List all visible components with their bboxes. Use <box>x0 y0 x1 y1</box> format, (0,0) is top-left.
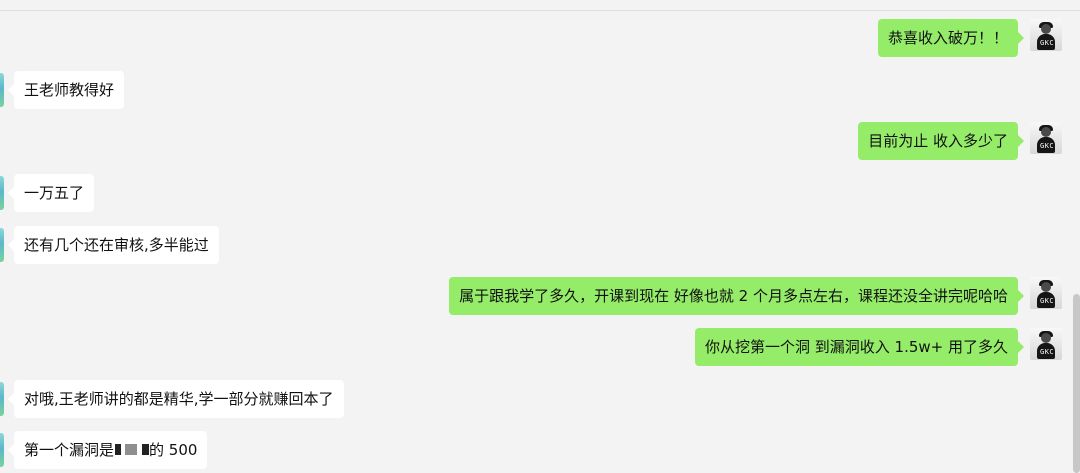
message-text: 还有几个还在审核,多半能过 <box>24 236 209 254</box>
avatar-logo: GKC <box>1040 348 1055 356</box>
redaction-block <box>125 444 138 455</box>
message-row: 王老师教得好 <box>0 71 1080 111</box>
message-text: 王老师教得好 <box>24 81 115 99</box>
message-text: 你从挖第一个洞 到漏洞收入 1.5w+ 用了多久 <box>705 338 1008 356</box>
redaction-block <box>115 444 122 455</box>
outgoing-message-bubble[interactable]: 恭喜收入破万！！ <box>877 19 1025 57</box>
message-row: 你从挖第一个洞 到漏洞收入 1.5w+ 用了多久 GKC <box>0 328 1080 368</box>
user-avatar-icon[interactable]: GKC <box>1030 277 1062 309</box>
message-text: 恭喜收入破万！！ <box>887 29 1008 47</box>
message-row: 属于跟我学了多久，开课到现在 好像也就 2 个月多点左右，课程还没全讲完呢哈哈 … <box>0 277 1080 317</box>
avatar-head <box>1041 24 1051 34</box>
contact-avatar-icon[interactable] <box>0 176 4 210</box>
contact-avatar-icon[interactable] <box>0 382 4 416</box>
vertical-scrollbar[interactable] <box>1073 294 1080 473</box>
outgoing-message-bubble[interactable]: 属于跟我学了多久，开课到现在 好像也就 2 个月多点左右，课程还没全讲完呢哈哈 <box>449 277 1024 315</box>
message-text: 一万五了 <box>24 184 85 202</box>
avatar-logo: GKC <box>1040 297 1055 305</box>
user-avatar-icon[interactable]: GKC <box>1030 328 1062 360</box>
redacted-text-icon <box>115 444 150 455</box>
message-text: 目前为止 收入多少了 <box>868 132 1008 150</box>
avatar-head <box>1041 127 1051 137</box>
user-avatar-icon[interactable]: GKC <box>1030 122 1062 154</box>
avatar-head <box>1041 282 1051 292</box>
avatar-head <box>1041 333 1051 343</box>
avatar-logo: GKC <box>1040 39 1055 47</box>
chat-message-list[interactable]: 恭喜收入破万！！ GKC 王老师教得好 目前为止 收入多少了 GKC 一万五了 <box>0 0 1080 473</box>
message-row: 还有几个还在审核,多半能过 <box>0 226 1080 266</box>
incoming-message-bubble[interactable]: 对哦,王老师讲的都是精华,学一部分就赚回本了 <box>8 380 344 418</box>
message-row: 恭喜收入破万！！ GKC <box>0 19 1080 59</box>
contact-avatar-icon[interactable] <box>0 73 4 107</box>
message-row: 对哦,王老师讲的都是精华,学一部分就赚回本了 <box>0 380 1080 420</box>
avatar-logo: GKC <box>1040 142 1055 150</box>
message-text-prefix: 第一个漏洞是 <box>24 441 115 459</box>
incoming-message-bubble[interactable]: 一万五了 <box>7 174 95 212</box>
message-text: 属于跟我学了多久，开课到现在 好像也就 2 个月多点左右，课程还没全讲完呢哈哈 <box>459 287 1008 305</box>
contact-avatar-icon[interactable] <box>0 228 4 262</box>
message-row: 第一个漏洞是 的 500 <box>0 431 1080 471</box>
user-avatar-icon[interactable]: GKC <box>1030 19 1062 51</box>
message-row: 一万五了 <box>0 174 1080 214</box>
outgoing-message-bubble[interactable]: 你从挖第一个洞 到漏洞收入 1.5w+ 用了多久 <box>695 328 1024 366</box>
message-row: 目前为止 收入多少了 GKC <box>0 122 1080 162</box>
outgoing-message-bubble[interactable]: 目前为止 收入多少了 <box>858 122 1024 160</box>
message-text: 对哦,王老师讲的都是精华,学一部分就赚回本了 <box>24 390 334 408</box>
incoming-message-bubble[interactable]: 王老师教得好 <box>7 71 125 109</box>
contact-avatar-icon[interactable] <box>0 433 4 467</box>
incoming-message-bubble[interactable]: 还有几个还在审核,多半能过 <box>8 226 219 264</box>
redaction-block <box>142 444 150 455</box>
incoming-message-bubble[interactable]: 第一个漏洞是 的 500 <box>7 431 208 469</box>
message-text-suffix: 的 500 <box>149 441 198 459</box>
